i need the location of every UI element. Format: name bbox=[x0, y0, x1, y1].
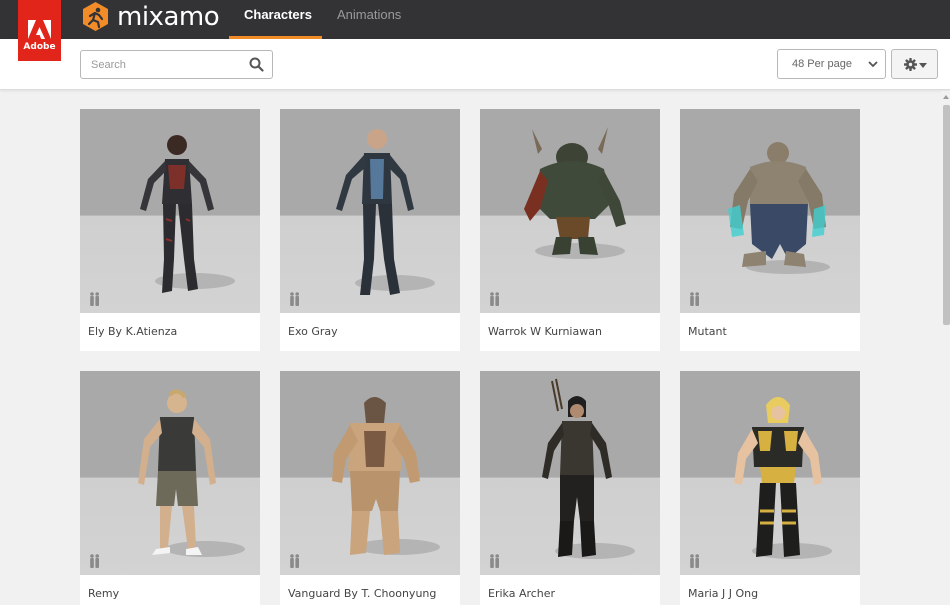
people-icon bbox=[490, 292, 499, 306]
character-name: Ely By K.Atienza bbox=[88, 325, 178, 338]
character-figure bbox=[336, 129, 435, 295]
tab-animations[interactable]: Animations bbox=[322, 0, 416, 39]
character-figure bbox=[542, 378, 635, 559]
character-name: Maria J J Ong bbox=[688, 587, 759, 600]
people-icon bbox=[90, 292, 99, 306]
character-figure bbox=[138, 389, 245, 557]
character-figure bbox=[332, 397, 440, 555]
adobe-label: Adobe bbox=[23, 42, 56, 52]
people-icon bbox=[690, 554, 699, 568]
character-thumbnail[interactable] bbox=[80, 371, 260, 575]
people-icon bbox=[690, 292, 699, 306]
character-thumbnail[interactable] bbox=[680, 109, 860, 313]
toolbar: 48 Per page bbox=[0, 39, 950, 90]
character-figure bbox=[728, 142, 830, 274]
character-thumbnail[interactable] bbox=[280, 371, 460, 575]
settings-button[interactable] bbox=[891, 49, 938, 79]
people-icon bbox=[290, 554, 299, 568]
character-figure bbox=[734, 397, 832, 559]
character-name: Mutant bbox=[688, 325, 727, 338]
mixamo-logo-icon bbox=[83, 2, 108, 31]
character-name: Warrok W Kurniawan bbox=[488, 325, 602, 338]
character-figure bbox=[140, 135, 235, 293]
search-box bbox=[80, 50, 273, 79]
scroll-up-arrow-icon[interactable] bbox=[943, 95, 949, 99]
tab-characters[interactable]: Characters bbox=[229, 0, 322, 39]
caret-down-icon bbox=[919, 63, 927, 68]
mixamo-logo[interactable]: mixamo bbox=[80, 0, 220, 33]
character-thumbnail[interactable] bbox=[480, 371, 660, 575]
character-card[interactable]: Ely By K.Atienza bbox=[80, 109, 260, 351]
search-icon[interactable] bbox=[249, 57, 264, 72]
character-card[interactable]: Erika Archer bbox=[480, 371, 660, 605]
people-icon bbox=[290, 292, 299, 306]
character-thumbnail[interactable] bbox=[80, 109, 260, 313]
character-thumbnail[interactable] bbox=[280, 109, 460, 313]
character-card[interactable]: Mutant bbox=[680, 109, 860, 351]
character-figure bbox=[524, 127, 626, 259]
brand-name: mixamo bbox=[117, 1, 220, 32]
character-name: Remy bbox=[88, 587, 120, 600]
per-page-select[interactable]: 48 Per page bbox=[777, 49, 886, 79]
character-name: Vanguard By T. Choonyung bbox=[288, 587, 437, 600]
character-name: Exo Gray bbox=[288, 325, 338, 338]
adobe-a-icon bbox=[28, 20, 51, 39]
character-thumbnail[interactable] bbox=[480, 109, 660, 313]
search-input[interactable] bbox=[81, 51, 246, 78]
gear-icon bbox=[904, 58, 917, 71]
character-card[interactable]: Maria J J Ong bbox=[680, 371, 860, 605]
people-icon bbox=[90, 554, 99, 568]
adobe-logo[interactable]: Adobe bbox=[18, 0, 61, 61]
character-name: Erika Archer bbox=[488, 587, 556, 600]
character-card[interactable]: Remy bbox=[80, 371, 260, 605]
character-card[interactable]: Vanguard By T. Choonyung bbox=[280, 371, 460, 605]
people-icon bbox=[490, 554, 499, 568]
character-thumbnail[interactable] bbox=[680, 371, 860, 575]
character-card[interactable]: Warrok W Kurniawan bbox=[480, 109, 660, 351]
character-card[interactable]: Exo Gray bbox=[280, 109, 460, 351]
top-nav: mixamo Characters Animations bbox=[0, 0, 950, 39]
chevron-down-icon bbox=[868, 61, 878, 68]
per-page-value: 48 Per page bbox=[792, 58, 852, 70]
scrollbar-thumb[interactable] bbox=[943, 105, 950, 325]
